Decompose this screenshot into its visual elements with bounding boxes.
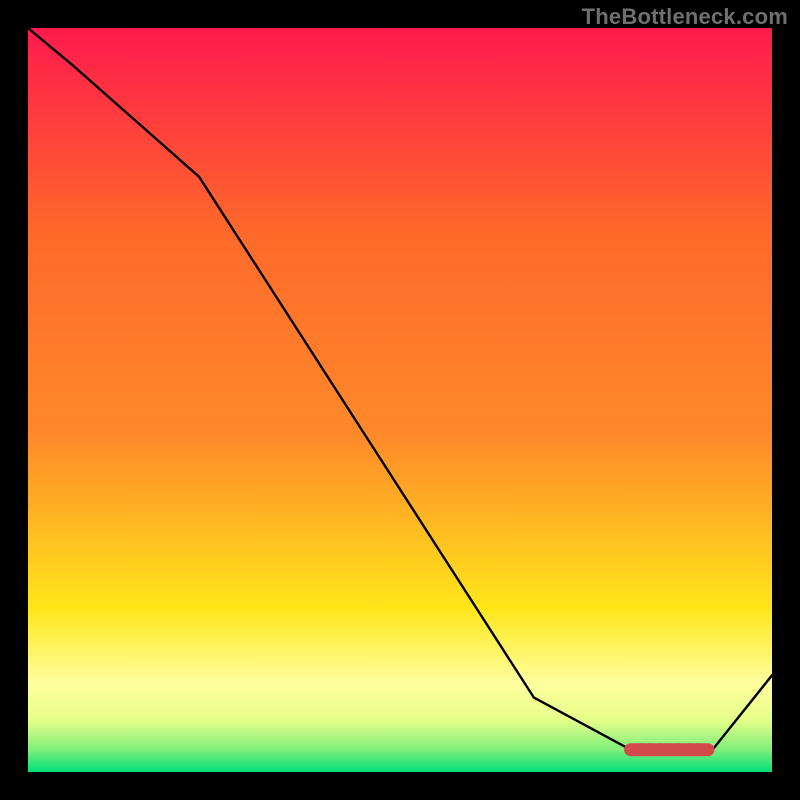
plateau-dot bbox=[702, 743, 715, 756]
watermark-text: TheBottleneck.com bbox=[582, 4, 788, 30]
chart-stage: TheBottleneck.com bbox=[0, 0, 800, 800]
plot-svg bbox=[28, 28, 772, 772]
plot-area bbox=[28, 28, 772, 772]
plateau-marker-group bbox=[624, 743, 714, 756]
gradient-background bbox=[28, 28, 772, 772]
